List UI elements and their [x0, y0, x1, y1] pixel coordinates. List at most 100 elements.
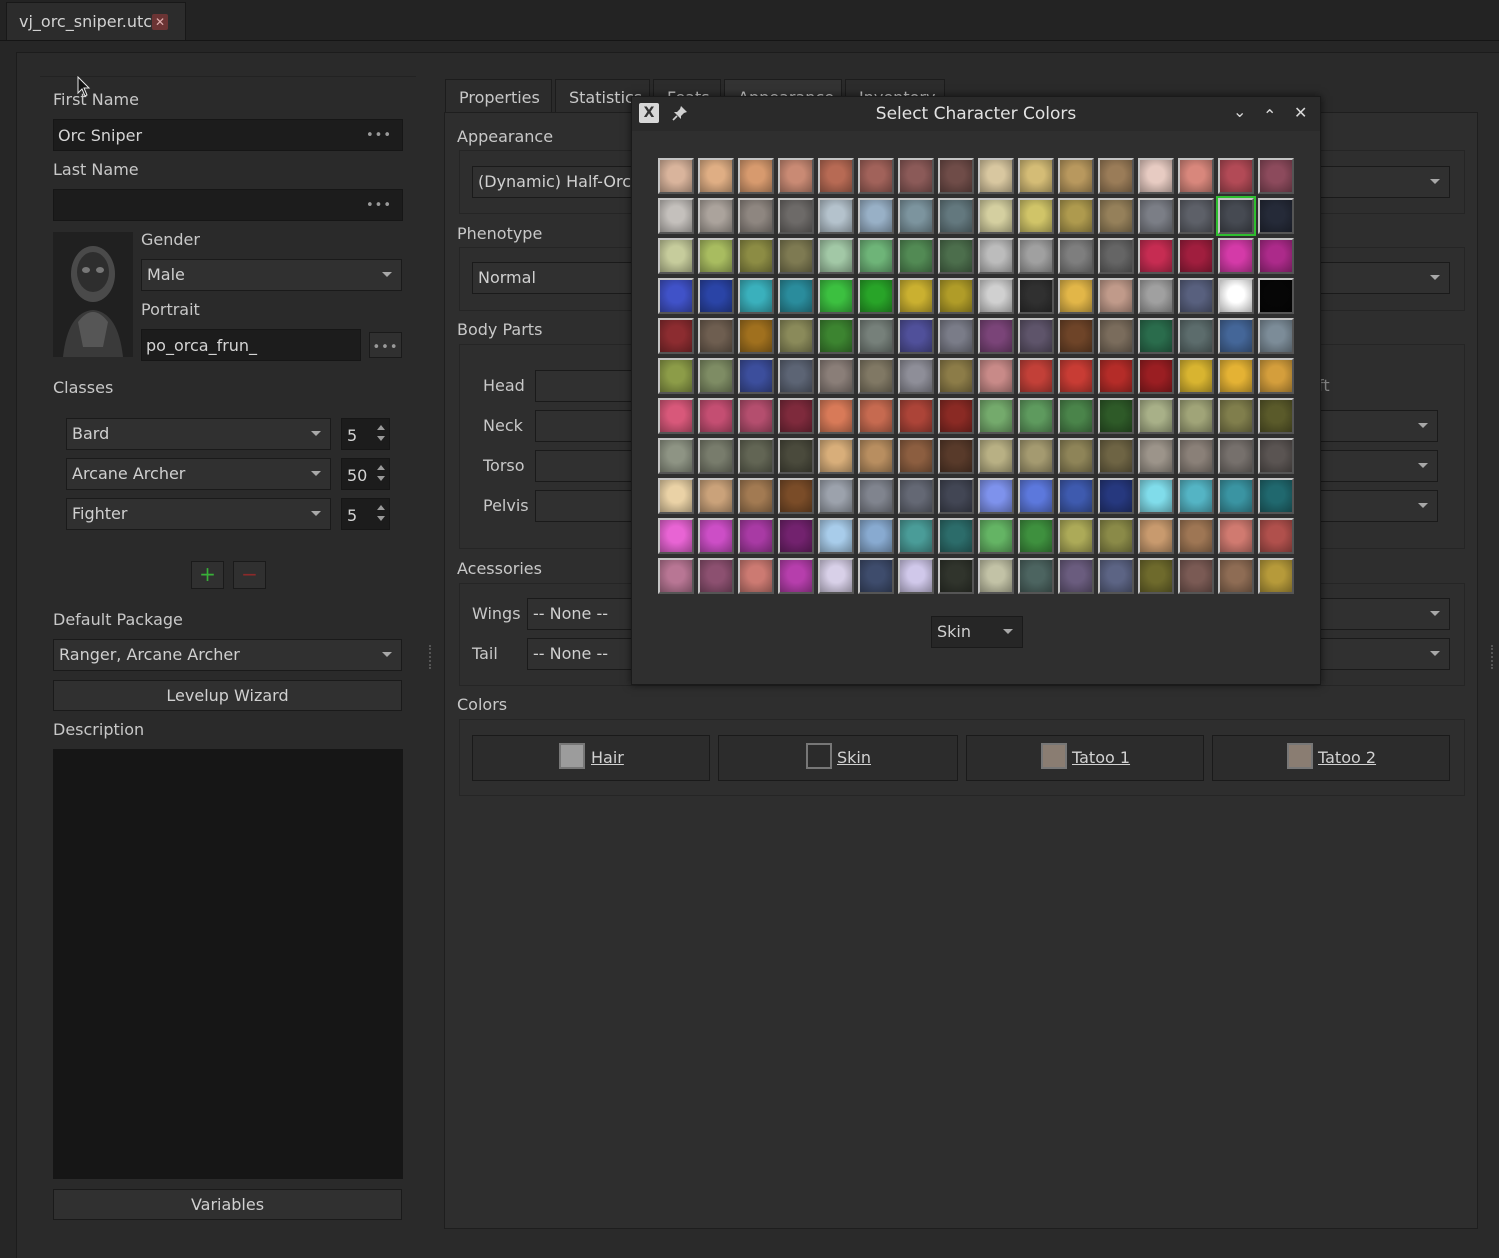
class-dropdown-2[interactable]: Arcane Archer: [66, 458, 331, 490]
color-swatch[interactable]: [898, 558, 934, 594]
color-swatch[interactable]: [1218, 278, 1254, 314]
spin-up-icon[interactable]: [377, 425, 385, 430]
color-swatch[interactable]: [1218, 318, 1254, 354]
color-swatch[interactable]: [1138, 318, 1174, 354]
color-swatch[interactable]: [1018, 158, 1054, 194]
color-swatch[interactable]: [1258, 398, 1294, 434]
color-swatch[interactable]: [1058, 478, 1094, 514]
color-swatch[interactable]: [858, 358, 894, 394]
color-swatch[interactable]: [978, 398, 1014, 434]
color-swatch[interactable]: [658, 358, 694, 394]
color-swatch[interactable]: [1138, 518, 1174, 554]
color-swatch[interactable]: [1258, 198, 1294, 234]
color-swatch[interactable]: [698, 478, 734, 514]
color-swatch[interactable]: [698, 318, 734, 354]
levelup-wizard-button[interactable]: Levelup Wizard: [53, 680, 402, 711]
spin-down-icon[interactable]: [377, 516, 385, 521]
color-swatch[interactable]: [658, 198, 694, 234]
color-swatch[interactable]: [978, 198, 1014, 234]
color-swatch[interactable]: [858, 478, 894, 514]
color-swatch[interactable]: [978, 518, 1014, 554]
description-textarea[interactable]: [53, 749, 403, 1179]
color-swatch[interactable]: [818, 558, 854, 594]
color-swatch[interactable]: [1058, 358, 1094, 394]
color-swatch[interactable]: [1258, 238, 1294, 274]
color-swatch[interactable]: [1098, 198, 1134, 234]
color-swatch[interactable]: [978, 438, 1014, 474]
color-swatch[interactable]: [778, 438, 814, 474]
skin-color-button[interactable]: Skin: [718, 735, 958, 781]
color-swatch[interactable]: [1258, 518, 1294, 554]
color-swatch[interactable]: [818, 518, 854, 554]
color-swatch[interactable]: [778, 358, 814, 394]
color-swatch[interactable]: [1178, 558, 1214, 594]
color-swatch[interactable]: [658, 238, 694, 274]
color-swatch[interactable]: [938, 318, 974, 354]
color-swatch[interactable]: [1178, 438, 1214, 474]
spin-down-icon[interactable]: [377, 476, 385, 481]
color-swatch[interactable]: [778, 198, 814, 234]
remove-class-button[interactable]: −: [233, 561, 266, 589]
color-swatch[interactable]: [898, 198, 934, 234]
color-swatch[interactable]: [698, 398, 734, 434]
color-swatch[interactable]: [818, 478, 854, 514]
color-swatch[interactable]: [978, 278, 1014, 314]
color-swatch[interactable]: [1018, 478, 1054, 514]
class-dropdown-3[interactable]: Fighter: [66, 498, 331, 530]
color-swatch[interactable]: [1138, 438, 1174, 474]
close-dialog-icon[interactable]: ✕: [1294, 103, 1307, 122]
color-swatch[interactable]: [1258, 318, 1294, 354]
portrait-browse-button[interactable]: •••: [369, 332, 402, 358]
spin-down-icon[interactable]: [377, 436, 385, 441]
right-body-dropdown-2[interactable]: [1320, 450, 1438, 482]
color-swatch[interactable]: [738, 158, 774, 194]
color-swatch[interactable]: [738, 278, 774, 314]
color-swatch[interactable]: [1178, 318, 1214, 354]
color-swatch[interactable]: [778, 158, 814, 194]
color-swatch[interactable]: [1098, 558, 1134, 594]
color-swatch[interactable]: [938, 438, 974, 474]
color-swatch[interactable]: [658, 158, 694, 194]
default-package-dropdown[interactable]: Ranger, Arcane Archer: [53, 639, 402, 671]
color-swatch[interactable]: [698, 198, 734, 234]
color-swatch[interactable]: [1218, 238, 1254, 274]
tab-properties[interactable]: Properties: [445, 79, 552, 112]
color-swatch[interactable]: [1258, 438, 1294, 474]
maximize-icon[interactable]: ⌃: [1263, 106, 1276, 125]
color-swatch[interactable]: [1258, 558, 1294, 594]
last-name-more-icon[interactable]: •••: [366, 198, 392, 213]
spin-up-icon[interactable]: [377, 505, 385, 510]
color-swatch[interactable]: [1058, 558, 1094, 594]
color-swatch[interactable]: [1218, 398, 1254, 434]
color-swatch[interactable]: [898, 358, 934, 394]
color-swatch[interactable]: [858, 518, 894, 554]
color-swatch[interactable]: [658, 478, 694, 514]
color-swatch[interactable]: [738, 518, 774, 554]
color-swatch[interactable]: [898, 518, 934, 554]
color-swatch[interactable]: [1218, 478, 1254, 514]
color-swatch[interactable]: [858, 238, 894, 274]
color-swatch[interactable]: [858, 158, 894, 194]
color-swatch[interactable]: [1178, 478, 1214, 514]
add-class-button[interactable]: +: [191, 561, 224, 589]
color-swatch[interactable]: [858, 438, 894, 474]
color-swatch[interactable]: [818, 198, 854, 234]
color-swatch[interactable]: [738, 318, 774, 354]
color-swatch[interactable]: [1178, 398, 1214, 434]
color-swatch[interactable]: [698, 558, 734, 594]
color-swatch[interactable]: [858, 278, 894, 314]
color-swatch[interactable]: [978, 558, 1014, 594]
color-swatch[interactable]: [938, 518, 974, 554]
color-swatch[interactable]: [978, 318, 1014, 354]
color-swatch[interactable]: [658, 558, 694, 594]
gender-dropdown[interactable]: Male: [141, 259, 402, 291]
color-swatch[interactable]: [738, 558, 774, 594]
color-swatch[interactable]: [698, 358, 734, 394]
color-swatch[interactable]: [1018, 278, 1054, 314]
color-channel-dropdown[interactable]: Skin: [931, 616, 1023, 648]
color-swatch[interactable]: [1258, 278, 1294, 314]
color-swatch[interactable]: [1218, 158, 1254, 194]
color-swatch[interactable]: [1058, 158, 1094, 194]
splitter-handle[interactable]: [429, 645, 433, 669]
color-swatch[interactable]: [698, 158, 734, 194]
